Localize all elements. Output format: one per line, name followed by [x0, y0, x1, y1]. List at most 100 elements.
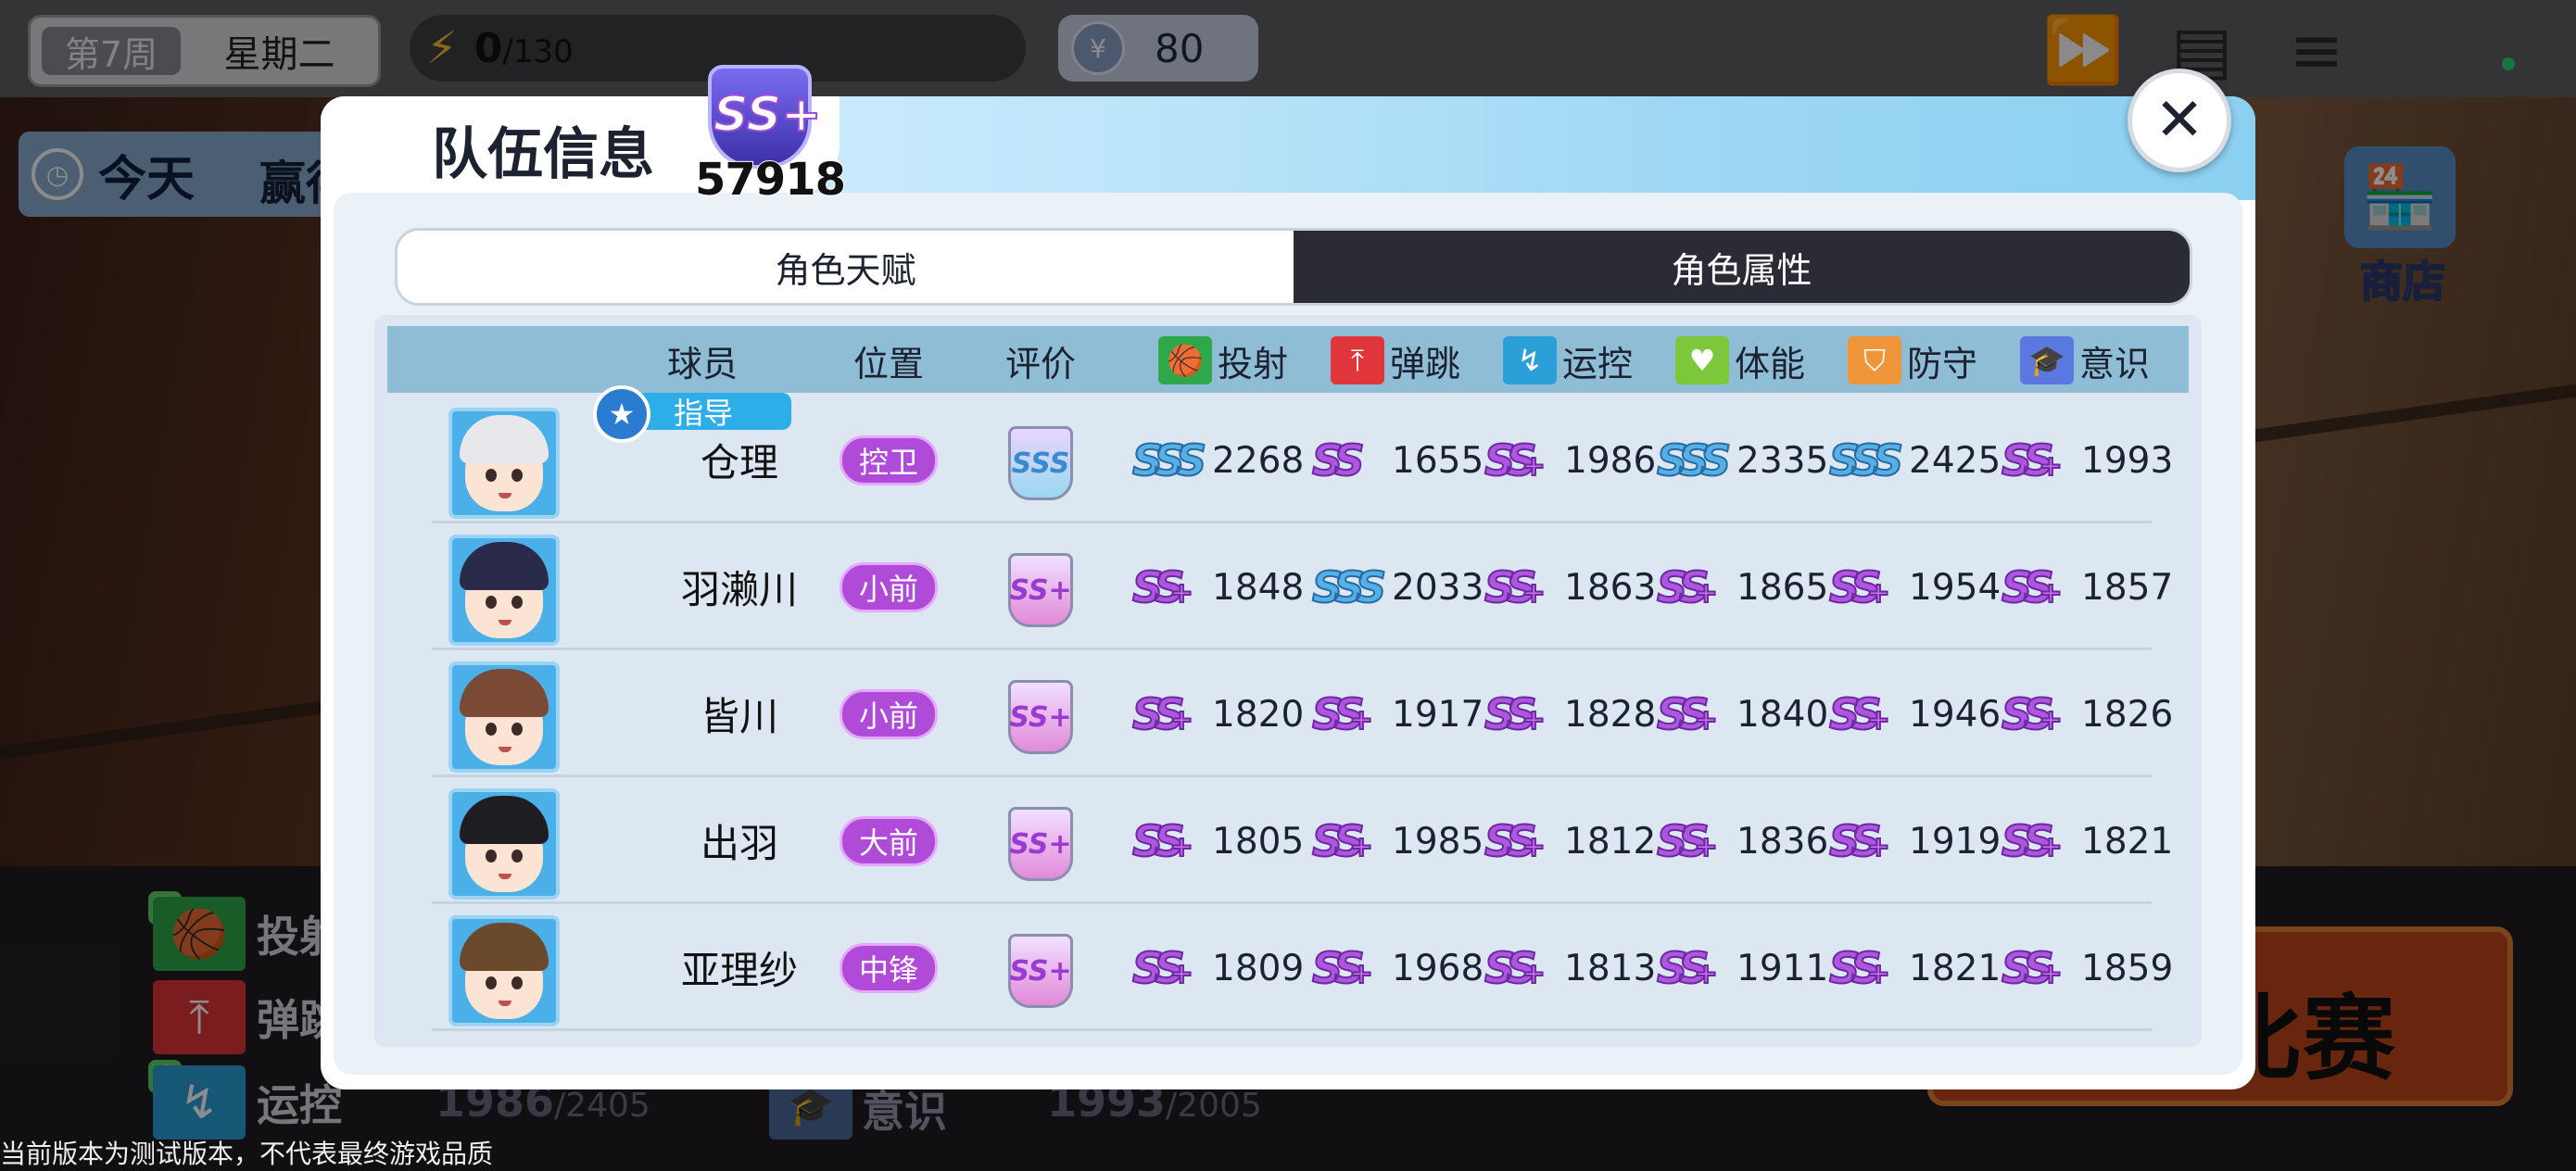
header-stat-label: 防守 — [1906, 343, 1977, 384]
rank-plus-icon: + — [2039, 576, 2064, 611]
close-icon: ✕ — [2154, 86, 2204, 155]
stat-cell-jump: SS 1655 — [1311, 434, 1484, 487]
stat-cell-jump: SSS 2033 — [1311, 560, 1484, 614]
close-button[interactable]: ✕ — [2128, 69, 2231, 172]
header-rating: 评价 — [1004, 343, 1076, 384]
stat-value: 1954 — [1909, 566, 2001, 609]
header-stat-label: 运控 — [1561, 343, 1633, 384]
tab-attributes[interactable]: 角色属性 — [1294, 231, 2190, 303]
header-stat-label: 意识 — [2078, 343, 2150, 384]
stat-value: 1828 — [1564, 693, 1657, 736]
rank-icon: SS+ — [1484, 688, 1547, 740]
attributes-table: 球员 位置 评价 🏀 投射 ⤒ 弹跳 ↯ 运控 ♥ 体能 ⛉ 防守 🎓 意识 指导 ★ 仓理 控卫 SSS SS… — [374, 315, 2202, 1047]
rank-icon: SS+ — [1484, 942, 1547, 994]
stat-cell-shield: SS+ 1954 — [1828, 560, 2001, 614]
stat-value: 2033 — [1392, 566, 1484, 609]
tab-talents[interactable]: 角色天赋 — [398, 231, 1294, 303]
rank-plus-icon: + — [2039, 957, 2064, 991]
rank-icon: SS+ — [1131, 942, 1194, 994]
header-player: 球员 — [666, 343, 738, 384]
header-stat-label: 投射 — [1217, 343, 1288, 384]
stat-value: 1836 — [1736, 820, 1829, 863]
rank-plus-icon: + — [1349, 830, 1374, 864]
rank-icon: SS+ — [1828, 561, 1891, 613]
player-row[interactable]: 指导 ★ 仓理 控卫 SSS SSS 2268 SS 1655 SS+ 1986 SSS 2335 SSS… — [387, 385, 2189, 523]
rank-plus-icon: + — [2039, 449, 2064, 484]
heart-icon: ♥ — [1674, 336, 1729, 384]
rank-plus-icon: + — [1169, 957, 1194, 991]
footer-notice: 当前版本为测试版本，不代表最终游戏品质 — [0, 1139, 494, 1169]
player-name: 出羽 — [700, 821, 778, 866]
stat-value: 1826 — [2081, 693, 2174, 736]
rank-plus-icon: + — [1694, 576, 1719, 611]
rating-badge: SS+ — [1008, 680, 1073, 754]
rank-plus-icon: + — [2039, 830, 2064, 864]
stat-value: 1840 — [1736, 693, 1829, 736]
rank-plus-icon: + — [1169, 830, 1194, 864]
rating-badge: SS+ — [1008, 934, 1073, 1008]
position-badge: 小前 — [840, 562, 938, 612]
rank-plus-icon: + — [1694, 830, 1719, 864]
rank-icon: SS+ — [1131, 815, 1194, 867]
rating-badge: SS+ — [1008, 807, 1073, 881]
rank-icon: SS+ — [1311, 688, 1374, 740]
rank-plus-icon: + — [1866, 576, 1891, 611]
rank-icon: SS+ — [2001, 815, 2064, 867]
avatar — [448, 661, 560, 773]
stat-cell-heart: SS+ 1865 — [1656, 560, 1829, 614]
position-badge: 控卫 — [840, 435, 938, 485]
rank-icon: SSS — [1828, 434, 1904, 486]
stat-value: 1985 — [1392, 820, 1484, 863]
stat-cell-basketball-shoot: SSS 2268 — [1131, 434, 1305, 487]
header-stat-1: ⤒ 弹跳 — [1312, 336, 1479, 384]
player-row[interactable]: 出羽 大前 SS+ SS+ 1805 SS+ 1985 SS+ 1812 SS+ 1836 SS+ 19… — [387, 777, 2189, 904]
stat-value: 1848 — [1212, 566, 1305, 609]
rank-icon: SS+ — [1131, 688, 1194, 740]
stat-cell-dribble: SS+ 1813 — [1484, 941, 1657, 995]
stat-cell-shield: SS+ 1946 — [1828, 687, 2001, 741]
stat-value: 1968 — [1392, 947, 1484, 989]
team-power-value: 57918 — [694, 153, 847, 207]
stat-value: 1946 — [1909, 693, 2001, 736]
player-row[interactable]: 羽濑川 小前 SS+ SS+ 1848 SSS 2033 SS+ 1863 SS+ 1865 SS+ 1… — [387, 523, 2189, 650]
header-stat-5: 🎓 意识 — [2001, 336, 2168, 384]
rank-plus-icon: + — [1169, 576, 1194, 611]
stat-value: 1857 — [2081, 566, 2174, 609]
stat-value: 1821 — [2081, 820, 2174, 863]
stat-cell-heart: SS+ 1840 — [1656, 687, 1829, 741]
stat-cell-basketball-shoot: SS+ 1820 — [1131, 687, 1305, 741]
stat-cell-shield: SSS 2425 — [1828, 434, 2001, 487]
rank-icon: SSS — [1131, 434, 1207, 486]
stat-cell-graduation-cap: SS+ 1857 — [2001, 560, 2174, 614]
stat-value: 1865 — [1736, 566, 1829, 609]
stat-value: 1812 — [1564, 820, 1657, 863]
rank-icon: SS+ — [1656, 815, 1719, 867]
stat-cell-graduation-cap: SS+ 1859 — [2001, 941, 2174, 995]
stat-value: 1863 — [1564, 566, 1657, 609]
rank-icon: SS+ — [2001, 688, 2064, 740]
rank-plus-icon: + — [1522, 830, 1547, 864]
star-icon: ★ — [593, 385, 650, 443]
stat-cell-graduation-cap: SS+ 1821 — [2001, 814, 2174, 868]
rating-badge: SS+ — [1008, 553, 1073, 627]
stat-cell-heart: SS+ 1836 — [1656, 814, 1829, 868]
rank-icon: SSS — [1311, 561, 1387, 613]
rank-icon: SS+ — [2001, 561, 2064, 613]
stat-cell-graduation-cap: SS+ 1826 — [2001, 687, 2174, 741]
rank-plus-icon: + — [1866, 957, 1891, 991]
stat-cell-heart: SS+ 1911 — [1656, 941, 1829, 995]
rank-plus-icon: + — [2039, 703, 2064, 737]
stat-cell-graduation-cap: SS+ 1993 — [2001, 434, 2174, 487]
position-badge: 大前 — [840, 816, 938, 866]
rank-icon: SS+ — [1828, 688, 1891, 740]
player-row[interactable]: 皆川 小前 SS+ SS+ 1820 SS+ 1917 SS+ 1828 SS+ 1840 SS+ 19… — [387, 650, 2189, 777]
dialog-title: 队伍信息 — [432, 122, 654, 187]
stat-value: 2335 — [1736, 439, 1829, 482]
rank-plus-icon: + — [1522, 449, 1547, 484]
player-row[interactable]: 亚理纱 中锋 SS+ SS+ 1809 SS+ 1968 SS+ 1813 SS+ 1911 SS+ 1… — [387, 904, 2189, 1031]
stat-cell-jump: SS+ 1968 — [1311, 941, 1484, 995]
rank-icon: SS+ — [1656, 561, 1719, 613]
position-badge: 小前 — [840, 689, 938, 739]
rank-icon: SS+ — [1484, 561, 1547, 613]
player-name: 皆川 — [700, 694, 778, 739]
